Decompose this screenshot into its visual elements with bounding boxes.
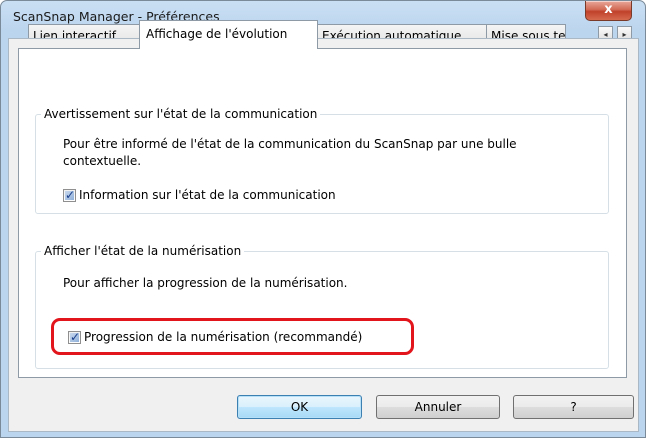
communication-description-line1: Pour être informé de l'état de la commun…: [63, 137, 517, 151]
tab-affichage-evolution[interactable]: Affichage de l'évolution: [139, 20, 318, 49]
ok-button[interactable]: OK: [237, 395, 362, 419]
help-button[interactable]: ?: [513, 395, 634, 419]
red-highlight-annotation: [51, 318, 414, 355]
close-button[interactable]: x: [585, 1, 632, 21]
cancel-button[interactable]: Annuler: [376, 395, 500, 419]
communication-description-line2: contextuelle.: [63, 154, 142, 168]
checkmark-icon: ✓: [65, 188, 76, 202]
communication-checkbox-label: Information sur l'état de la communicati…: [79, 188, 336, 202]
tab-label: Affichage de l'évolution: [146, 27, 288, 41]
communication-checkbox[interactable]: ✓: [63, 188, 76, 202]
progress-group-title: Afficher l'état de la numérisation: [41, 244, 245, 258]
communication-group-title: Avertissement sur l'état de la communica…: [41, 107, 321, 121]
close-icon: x: [604, 2, 613, 17]
progress-description: Pour afficher la progression de la numér…: [63, 276, 348, 290]
